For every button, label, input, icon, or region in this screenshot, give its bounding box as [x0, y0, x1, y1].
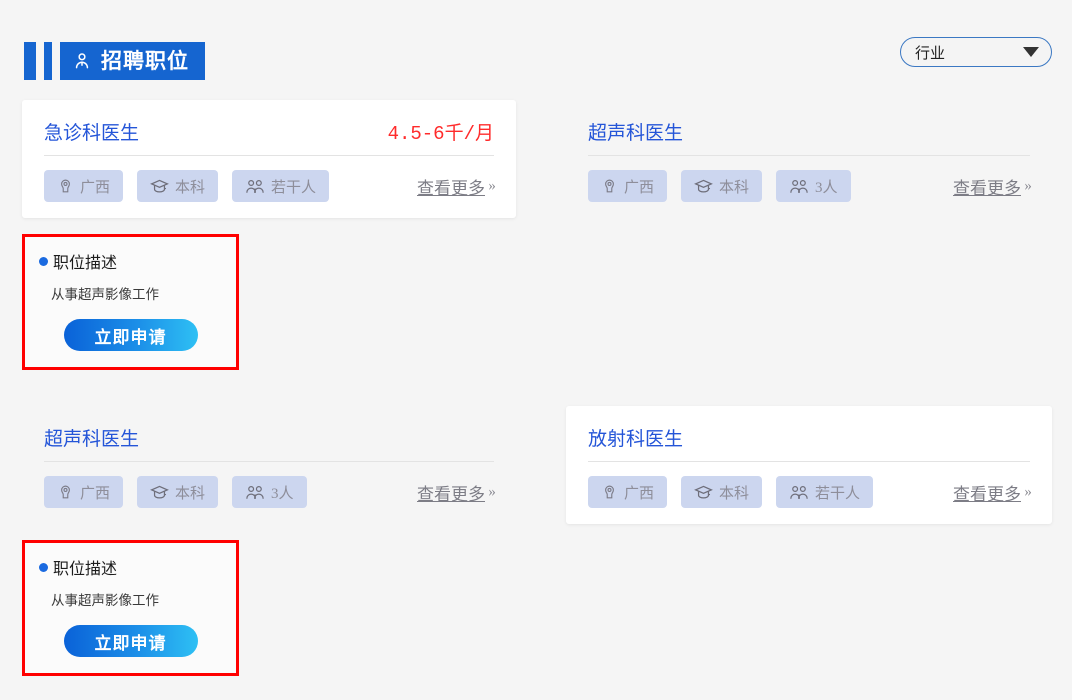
job-tag-location: 广西: [588, 476, 668, 508]
job-tag-location-label: 广西: [80, 485, 111, 502]
bullet-icon: [39, 562, 48, 572]
graduation-cap-icon: [694, 484, 713, 501]
job-tag-location: 广西: [588, 170, 668, 202]
graduation-cap-icon: [694, 178, 713, 195]
job-title[interactable]: 超声科医生: [44, 424, 139, 451]
double-chevron-right-icon: ››: [1024, 483, 1032, 500]
job-description-text: 从事超声影像工作: [51, 593, 159, 608]
job-description-heading: 职位描述: [39, 555, 222, 579]
bullet-icon: [39, 256, 48, 266]
job-title[interactable]: 超声科医生: [588, 118, 683, 145]
job-description-heading-label: 职位描述: [53, 255, 118, 272]
job-salary: 4.5-6千/月: [387, 123, 494, 145]
section-banner: 招聘职位: [24, 42, 205, 80]
apply-now-button[interactable]: 立即申请: [63, 319, 198, 351]
chevron-down-icon: [1023, 47, 1039, 57]
view-more-link[interactable]: 查看更多 ››: [953, 174, 1032, 199]
job-tag-location-label: 广西: [624, 485, 655, 502]
job-description-heading: 职位描述: [39, 249, 222, 273]
job-description-text: 从事超声影像工作: [51, 287, 159, 302]
people-icon: [245, 484, 265, 501]
job-tag-education: 本科: [681, 170, 763, 202]
job-description-panel: 职位描述 从事超声影像工作 立即申请: [22, 234, 239, 370]
job-tag-headcount: 3人: [776, 170, 851, 202]
view-more-link[interactable]: 查看更多 ››: [417, 480, 496, 505]
apply-now-button[interactable]: 立即申请: [63, 625, 198, 657]
job-tag-education: 本科: [681, 476, 763, 508]
people-icon: [789, 484, 809, 501]
job-card-meta: 广西 本科: [588, 476, 1032, 508]
double-chevron-right-icon: ››: [488, 177, 496, 194]
banner-bars-decoration: [24, 42, 68, 80]
view-more-link[interactable]: 查看更多 ››: [953, 480, 1032, 505]
job-tag-education-label: 本科: [719, 179, 750, 196]
industry-filter-dropdown[interactable]: 行业: [900, 37, 1052, 67]
job-tag-headcount-label: 若干人: [271, 179, 317, 196]
job-tag-headcount: 若干人: [776, 476, 874, 508]
people-icon: [789, 178, 809, 195]
job-card-meta: 广西 本科: [44, 476, 496, 508]
job-tag-education-label: 本科: [175, 179, 206, 196]
banner-title: 招聘职位: [101, 49, 189, 73]
double-chevron-right-icon: ››: [1024, 177, 1032, 194]
view-more-link[interactable]: 查看更多 ››: [417, 174, 496, 199]
industry-filter-label: 行业: [915, 44, 946, 62]
job-tag-headcount-label: 3人: [271, 485, 294, 502]
job-card[interactable]: 超声科医生 广西 本科 3人 查看更多 ››: [22, 406, 516, 524]
graduation-cap-icon: [150, 178, 169, 195]
job-tag-location: 广西: [44, 476, 124, 508]
job-tag-headcount-label: 3人: [815, 179, 838, 196]
graduation-cap-icon: [150, 484, 169, 501]
job-description-heading-label: 职位描述: [53, 561, 118, 578]
view-more-label: 查看更多: [953, 484, 1021, 504]
job-card[interactable]: 急诊科医生 4.5-6千/月 广西 本科 若干人 查看更多 ››: [22, 100, 516, 218]
job-card-header: 急诊科医生 4.5-6千/月: [44, 118, 494, 156]
view-more-label: 查看更多: [953, 178, 1021, 198]
job-tag-location-label: 广西: [624, 179, 655, 196]
double-chevron-right-icon: ››: [488, 483, 496, 500]
job-tag-education-label: 本科: [175, 485, 206, 502]
job-tag-education: 本科: [137, 170, 219, 202]
people-icon: [245, 178, 265, 195]
job-title[interactable]: 急诊科医生: [44, 118, 139, 145]
job-title[interactable]: 放射科医生: [588, 424, 683, 451]
location-pin-icon: [601, 484, 618, 501]
job-tag-education: 本科: [137, 476, 219, 508]
job-card[interactable]: 放射科医生 广西 本科 若干人 查看更多 ››: [566, 406, 1052, 524]
location-pin-icon: [57, 484, 74, 501]
person-icon: [72, 51, 92, 71]
job-card-meta: 广西 本科: [44, 170, 496, 202]
job-card-header: 放射科医生: [588, 424, 1030, 462]
job-tag-location-label: 广西: [80, 179, 111, 196]
job-tag-headcount-label: 若干人: [815, 485, 861, 502]
job-tag-education-label: 本科: [719, 485, 750, 502]
job-tag-location: 广西: [44, 170, 124, 202]
job-card-header: 超声科医生: [44, 424, 494, 462]
job-card-meta: 广西 本科: [588, 170, 1032, 202]
job-card-header: 超声科医生: [588, 118, 1030, 156]
job-description-panel: 职位描述 从事超声影像工作 立即申请: [22, 540, 239, 676]
view-more-label: 查看更多: [417, 178, 485, 198]
location-pin-icon: [57, 178, 74, 195]
job-tag-headcount: 若干人: [232, 170, 330, 202]
location-pin-icon: [601, 178, 618, 195]
view-more-label: 查看更多: [417, 484, 485, 504]
banner-label-block: 招聘职位: [68, 42, 205, 80]
job-card[interactable]: 超声科医生 广西 本科 3人 查看更多 ››: [566, 100, 1052, 218]
page-header: 招聘职位 行业: [0, 0, 1072, 100]
job-tag-headcount: 3人: [232, 476, 307, 508]
